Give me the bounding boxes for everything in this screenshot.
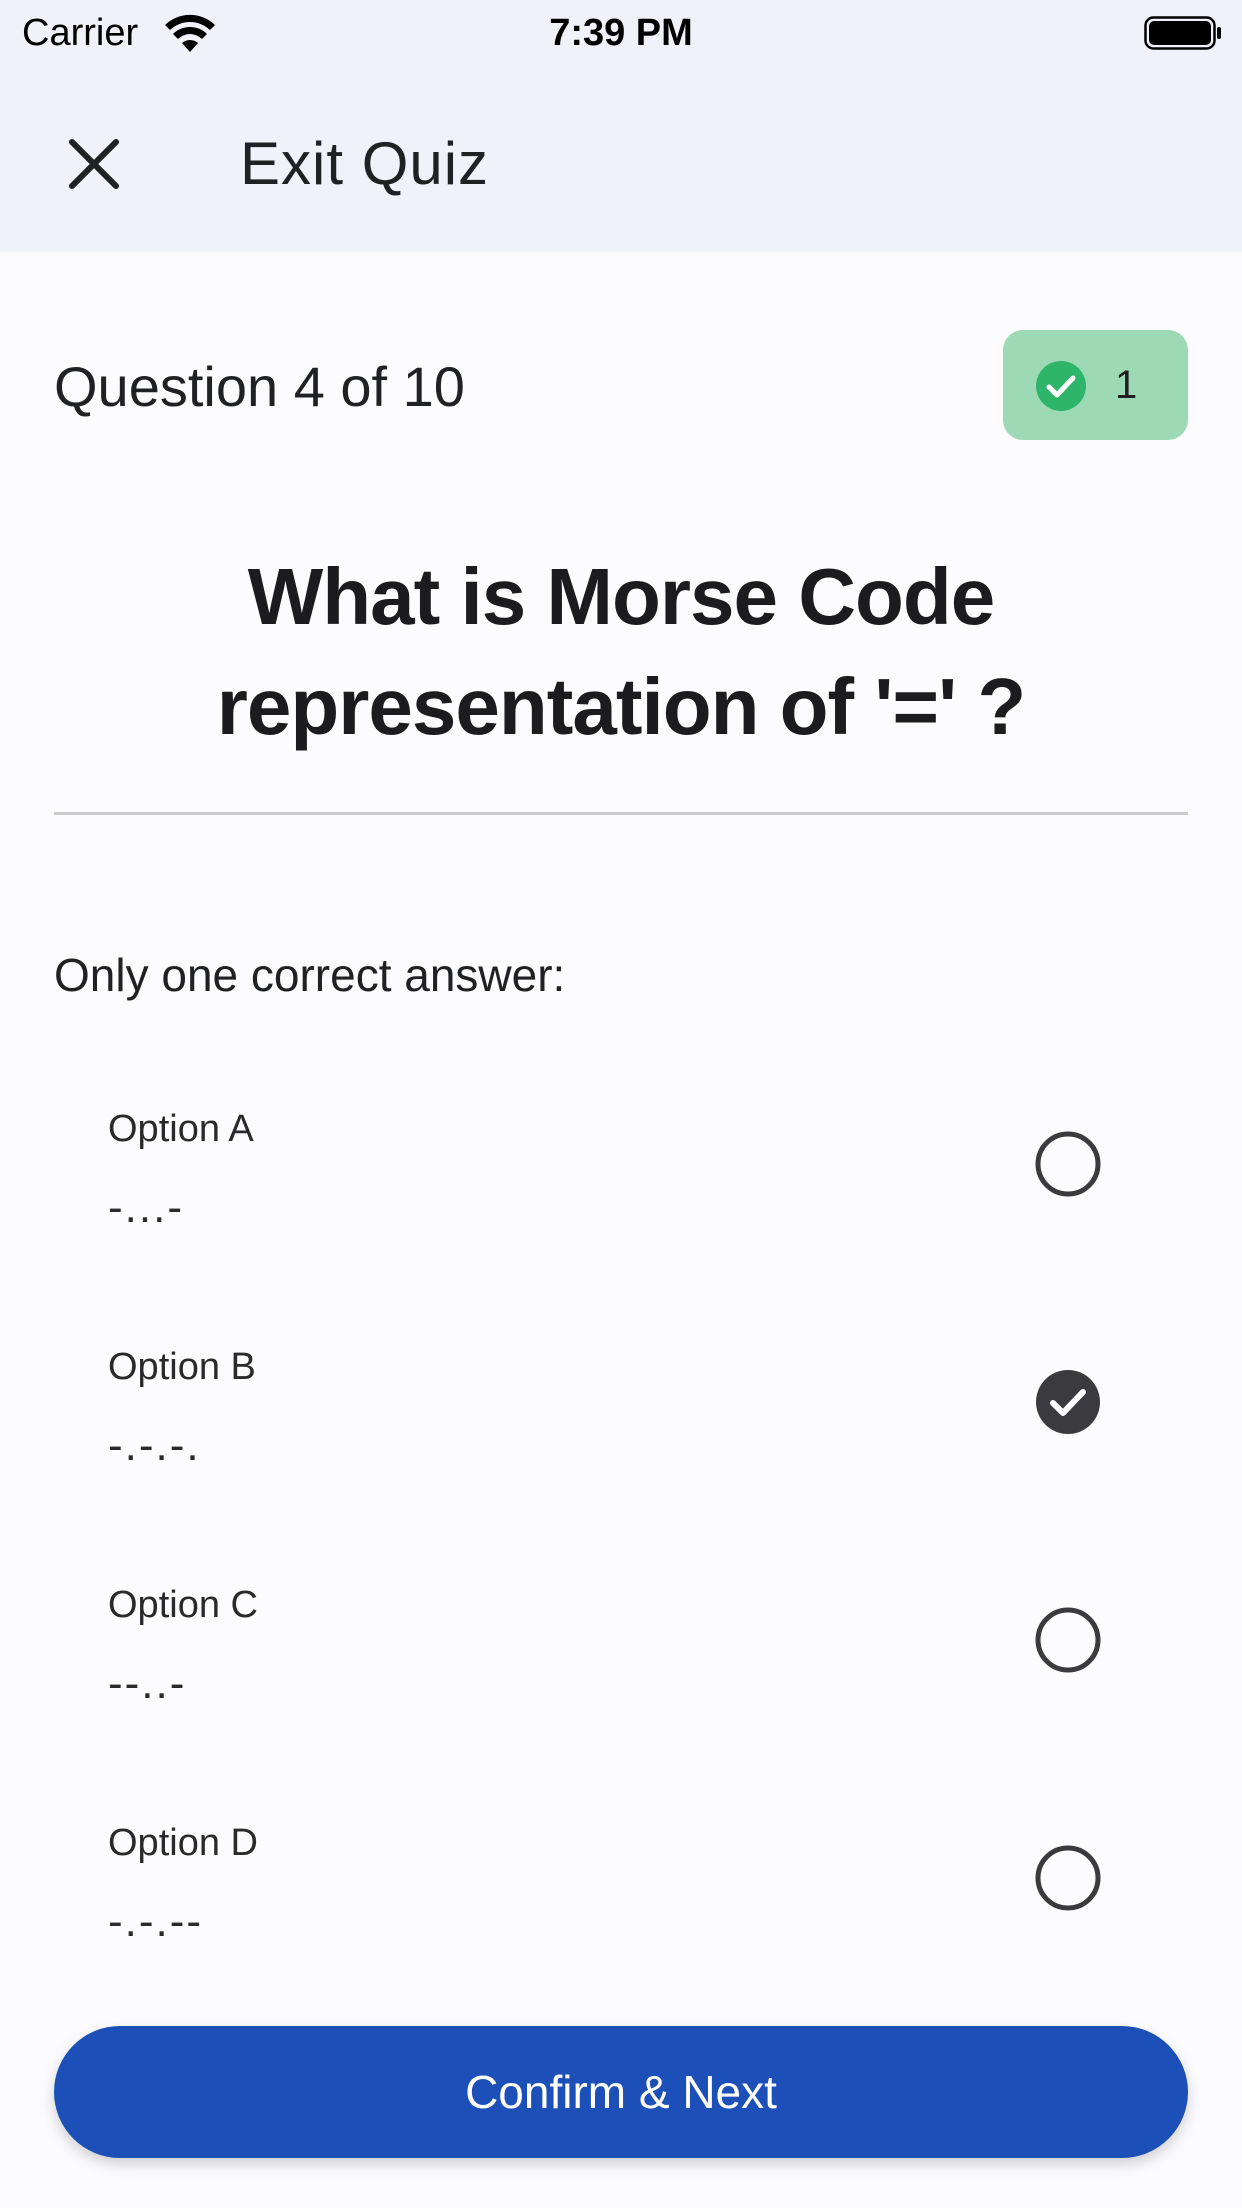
divider: [54, 812, 1188, 815]
option-a[interactable]: Option A -...-: [54, 1102, 1188, 1302]
option-label: Option B: [108, 1346, 256, 1388]
option-d[interactable]: Option D -.-.--: [54, 1816, 1188, 2016]
top-bar: Carrier 7:39 PM Exit Quiz: [0, 0, 1242, 252]
confirm-next-button[interactable]: Confirm & Next: [54, 2026, 1188, 2158]
radio-selected-check-icon[interactable]: [1034, 1368, 1102, 1436]
check-circle-icon: [1036, 361, 1086, 411]
radio-unselected-icon[interactable]: [1034, 1844, 1102, 1912]
exit-quiz-label[interactable]: Exit Quiz: [240, 126, 489, 202]
answer-instruction: Only one correct answer:: [54, 949, 566, 1001]
option-value: -.-.--: [108, 1897, 204, 1946]
question-line-1: What is Morse Code: [247, 552, 996, 641]
question-line-2: representation of '=' ?: [216, 662, 1027, 751]
option-label: Option C: [108, 1584, 258, 1626]
option-value: -.-.-.: [108, 1421, 201, 1470]
option-label: Option D: [108, 1822, 258, 1864]
close-icon: [69, 139, 119, 189]
question-counter: Question 4 of 10: [54, 355, 465, 418]
option-b[interactable]: Option B -.-.-.: [54, 1340, 1188, 1540]
quiz-content: Question 4 of 10 1 What is Morse Code re…: [0, 252, 1242, 2208]
question-text: What is Morse Code representation of '='…: [120, 542, 1122, 762]
option-value: --..-: [108, 1659, 187, 1708]
score-badge: 1: [1003, 330, 1188, 440]
quiz-header: Exit Quiz: [0, 66, 1242, 252]
radio-unselected-icon[interactable]: [1034, 1130, 1102, 1198]
radio-unselected-icon[interactable]: [1034, 1606, 1102, 1674]
option-value: -...-: [108, 1183, 184, 1232]
score-count: 1: [1115, 363, 1138, 407]
option-label: Option A: [108, 1108, 254, 1150]
status-bar: Carrier 7:39 PM: [0, 0, 1242, 66]
exit-quiz-button[interactable]: [56, 126, 132, 202]
battery-icon: [1144, 16, 1221, 50]
status-time: 7:39 PM: [549, 12, 693, 54]
option-c[interactable]: Option C --..-: [54, 1578, 1188, 1778]
